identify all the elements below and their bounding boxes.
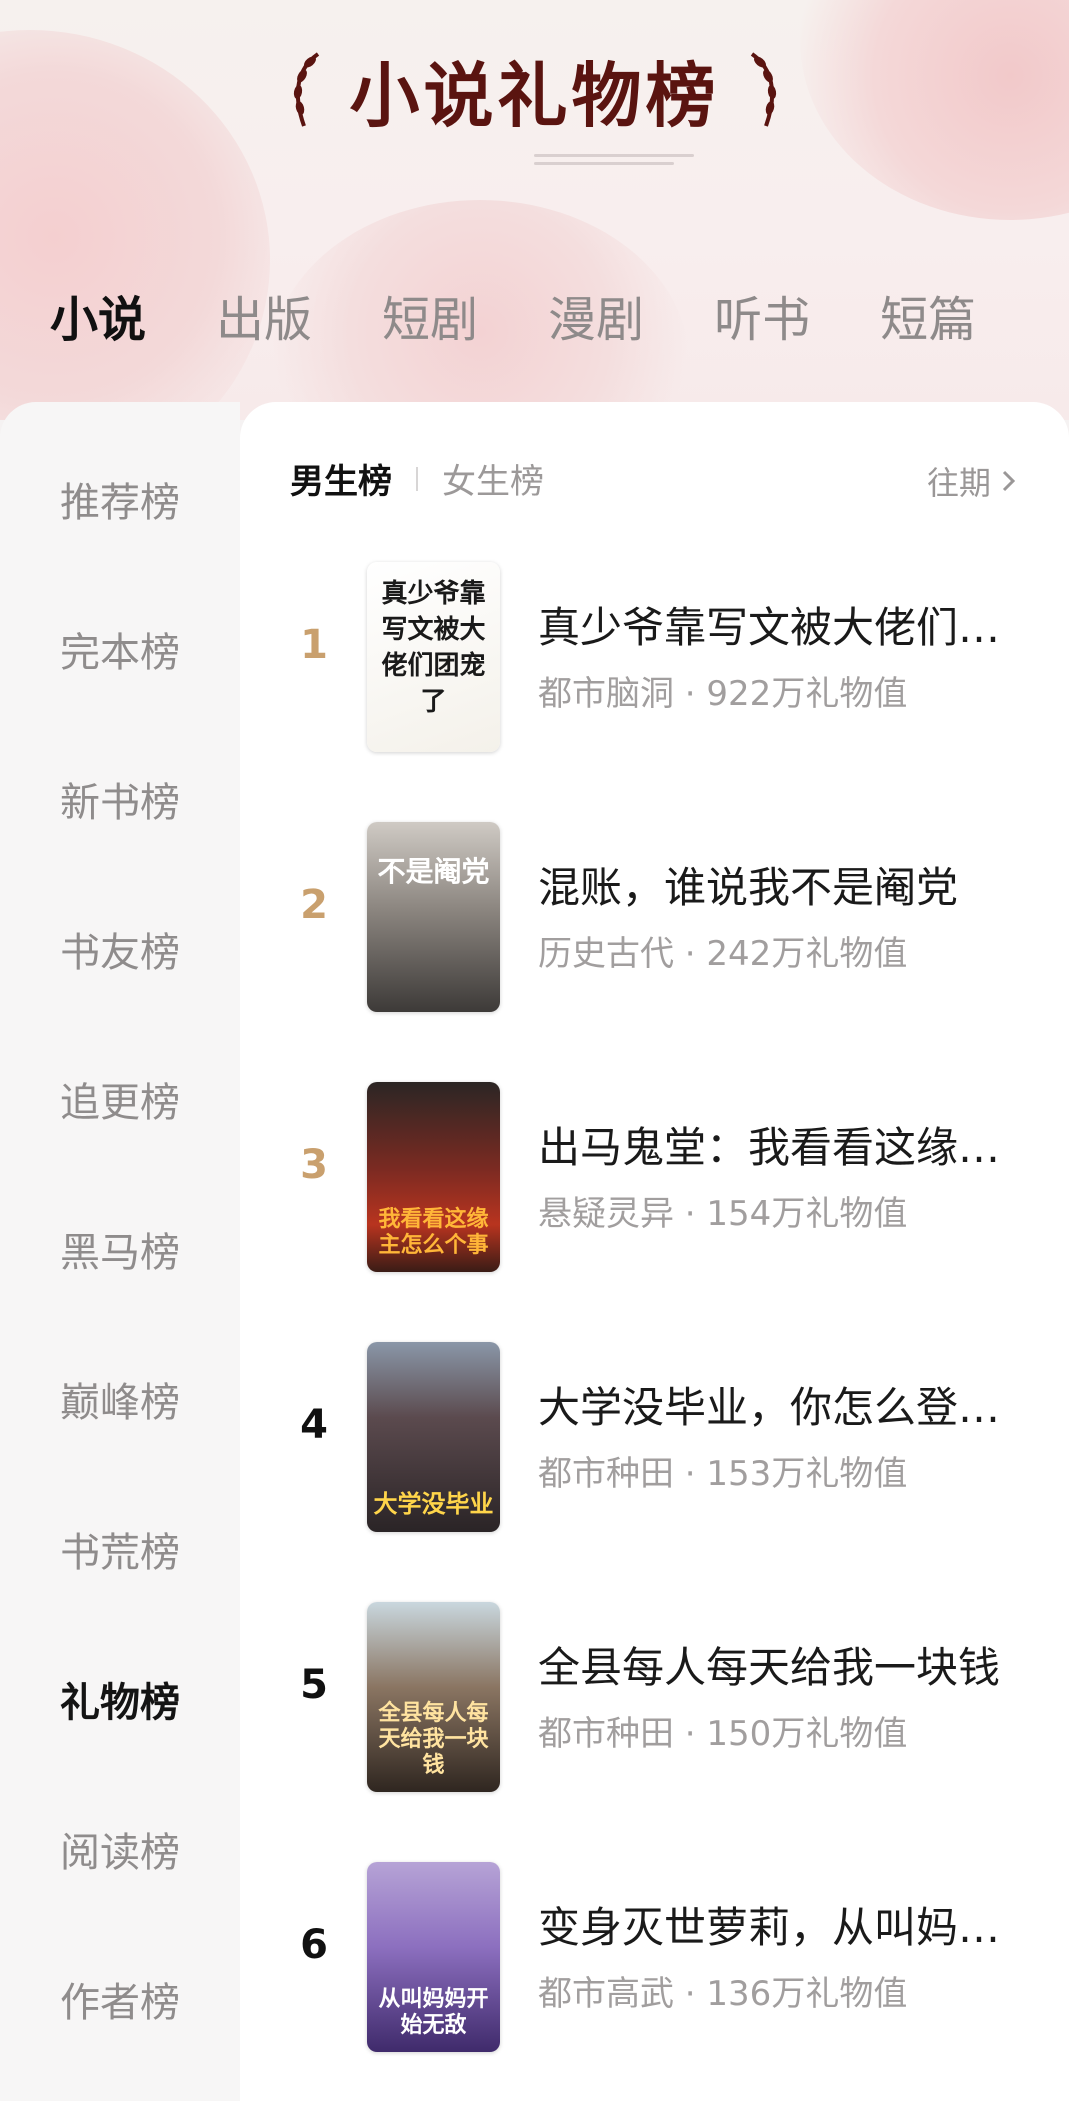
cover-title-art: 我看看这缘主怎么个事 [378,1206,489,1258]
cover-title-art: 不是阉党 [377,855,490,888]
sidebar-item-new-books[interactable]: 新书榜 [0,778,240,828]
sidebar-item-recommend[interactable]: 推荐榜 [0,478,240,528]
book-title: 全县每人每天给我一块钱 [538,1643,1001,1692]
book-list-item[interactable]: 4 大学没毕业 大学没毕业，你怎么登… 都市种田 · 153万礼物值 [240,1342,1069,1532]
book-cover: 大学没毕业 [367,1342,500,1532]
book-list-item[interactable]: 3 我看看这缘主怎么个事 出马鬼堂：我看看这缘… 悬疑灵异 · 154万礼物值 [240,1082,1069,1272]
ranking-list-panel: 男生榜 女生榜 往期 1 真少爷靠写文被大佬们团宠了 真少爷靠写文被大佬们… 都… [240,402,1069,2101]
divider [416,466,418,491]
book-meta: 都市脑洞 · 922万礼物值 [538,674,908,714]
tab-publish[interactable]: 出版 [216,290,312,350]
book-meta: 都市种田 · 153万礼物值 [538,1454,908,1494]
book-meta: 都市种田 · 150万礼物值 [538,1714,908,1754]
rank-number: 2 [300,882,328,928]
sidebar-item-author[interactable]: 作者榜 [0,1978,240,2028]
tab-novel[interactable]: 小说 [50,290,146,350]
book-list-item[interactable]: 1 真少爷靠写文被大佬们团宠了 真少爷靠写文被大佬们… 都市脑洞 · 922万礼… [240,562,1069,752]
book-title: 变身灭世萝莉，从叫妈… [538,1903,1001,1952]
gender-subtabs: 男生榜 女生榜 [290,454,544,503]
subtab-female[interactable]: 女生榜 [442,454,544,503]
book-cover: 我看看这缘主怎么个事 [367,1082,500,1272]
title-underline-decor [534,154,694,170]
header-banner: 小说礼物榜 小说 出版 短剧 漫剧 听书 短篇 [0,0,1069,420]
rank-number: 1 [300,622,328,668]
tab-comic-drama[interactable]: 漫剧 [548,290,644,350]
rank-number: 3 [300,1142,328,1188]
book-meta: 都市高武 · 136万礼物值 [538,1974,908,2014]
sidebar-item-peak[interactable]: 巅峰榜 [0,1378,240,1428]
sidebar-item-gift[interactable]: 礼物榜 [0,1678,240,1728]
book-cover: 不是阉党 [367,822,500,1012]
rank-number: 6 [300,1922,328,1968]
history-label: 往期 [926,464,991,502]
title-group: 小说礼物榜 [0,40,1069,140]
tab-short-drama[interactable]: 短剧 [382,290,478,350]
book-cover: 真少爷靠写文被大佬们团宠了 [367,562,500,752]
sidebar-item-reading[interactable]: 阅读榜 [0,1828,240,1878]
sidebar-item-book-shortage[interactable]: 书荒榜 [0,1528,240,1578]
book-meta: 历史古代 · 242万礼物值 [538,934,908,974]
category-tabs: 小说 出版 短剧 漫剧 听书 短篇 [50,290,1046,350]
book-list-item[interactable]: 6 从叫妈妈开始无敌 变身灭世萝莉，从叫妈… 都市高武 · 136万礼物值 [240,1862,1069,2052]
sidebar-item-dark-horse[interactable]: 黑马榜 [0,1228,240,1278]
chevron-right-icon [1002,470,1016,492]
book-title: 大学没毕业，你怎么登… [538,1383,1001,1432]
cover-title-art: 从叫妈妈开始无敌 [378,1986,489,2038]
cover-title-art: 大学没毕业 [373,1489,494,1518]
ranking-sidebar: 推荐榜 完本榜 新书榜 书友榜 追更榜 黑马榜 巅峰榜 书荒榜 礼物榜 阅读榜 … [0,402,240,2101]
book-meta: 悬疑灵异 · 154万礼物值 [538,1194,908,1234]
book-list-item[interactable]: 5 全县每人每天给我一块钱 全县每人每天给我一块钱 都市种田 · 150万礼物值 [240,1602,1069,1792]
page-title: 小说礼物榜 [349,53,720,137]
book-title: 真少爷靠写文被大佬们… [538,603,1001,652]
cover-title-art: 全县每人每天给我一块钱 [378,1700,489,1778]
rank-number: 4 [300,1402,328,1448]
book-cover: 全县每人每天给我一块钱 [367,1602,500,1792]
sidebar-item-book-friends[interactable]: 书友榜 [0,928,240,978]
book-cover: 从叫妈妈开始无敌 [367,1862,500,2052]
tab-short-story[interactable]: 短篇 [880,290,976,350]
book-title: 出马鬼堂：我看看这缘… [538,1123,1001,1172]
laurel-left-icon [293,52,319,127]
book-list-item[interactable]: 2 不是阉党 混账，谁说我不是阉党 历史古代 · 242万礼物值 [240,822,1069,1012]
sidebar-item-completed[interactable]: 完本榜 [0,628,240,678]
book-title: 混账，谁说我不是阉党 [538,863,959,912]
sidebar-item-following[interactable]: 追更榜 [0,1078,240,1128]
history-link[interactable]: 往期 [927,458,1019,504]
cover-title-art: 真少爷靠写文被大佬们团宠了 [381,579,486,717]
laurel-right-icon [750,52,776,127]
rank-number: 5 [300,1662,328,1708]
subtab-male[interactable]: 男生榜 [290,454,392,503]
tab-audiobook[interactable]: 听书 [714,290,810,350]
